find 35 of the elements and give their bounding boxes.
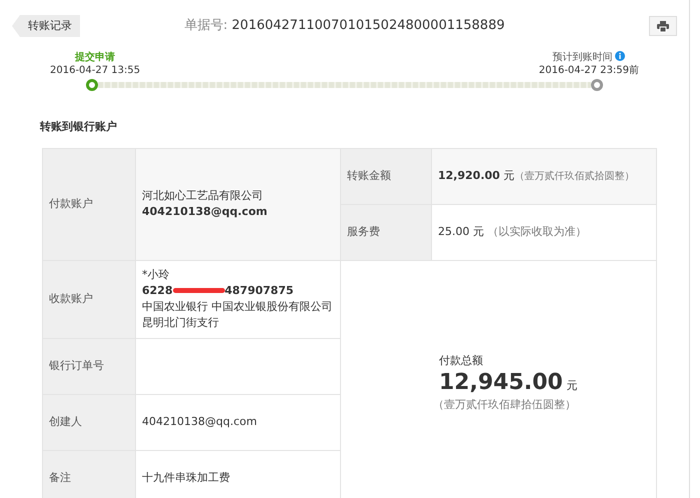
order-number: 201604271100701015024800001158889 [230,18,505,34]
creator-value: 404210138@qq.com [142,414,258,430]
field-label: 转账金额 [347,168,392,184]
info-icon [615,51,626,61]
payee-name: *小玲 [142,267,170,283]
memo-value: 十九件串珠加工费 [142,470,231,486]
amount-value: 12,920.00 [438,168,500,182]
fee-value: 25.00 元 [438,225,484,238]
field-label: 收款账户 [49,291,94,307]
field-label: 备注 [49,470,72,486]
print-button[interactable] [649,16,677,36]
step-label: 预计到账时间 [552,52,613,63]
field-label: 银行订单号 [49,358,105,374]
amount-unit: 元 [502,168,514,182]
back-button[interactable]: 转账记录 [12,15,80,37]
fee-note: （以实际收取为准） [486,225,586,238]
order-label: 单据号: [184,18,228,34]
field-label: 创建人 [49,414,83,430]
payer-name: 河北如心工艺品有限公司 [142,188,264,204]
print-icon [657,20,669,32]
card-number-end: 487907875 [224,284,294,297]
section-title: 转账到银行账户 [40,119,118,135]
card-number-start: 6228 [142,284,173,297]
step-time: 2016-04-27 23:59前 [538,64,639,77]
field-label: 服务费 [347,224,381,240]
field-label: 付款账户 [49,196,94,212]
step-time: 2016-04-27 13:55 [50,64,140,77]
total-amount: 12,945.00 [439,370,563,395]
total-unit: 元 [565,379,578,392]
step-label: 提交申请 [75,52,116,63]
amount-words: （壹万贰仟玖佰贰拾圆整） [514,170,634,182]
payer-account: 404210138@qq.com [142,204,268,220]
total-label: 付款总额 [439,353,484,369]
bank-name: 中国农业银行 中国农业银股份有限公司昆明北门街支行 [142,299,334,331]
total-words: （壹万贰仟玖佰肆拾伍圆整） [433,397,577,413]
